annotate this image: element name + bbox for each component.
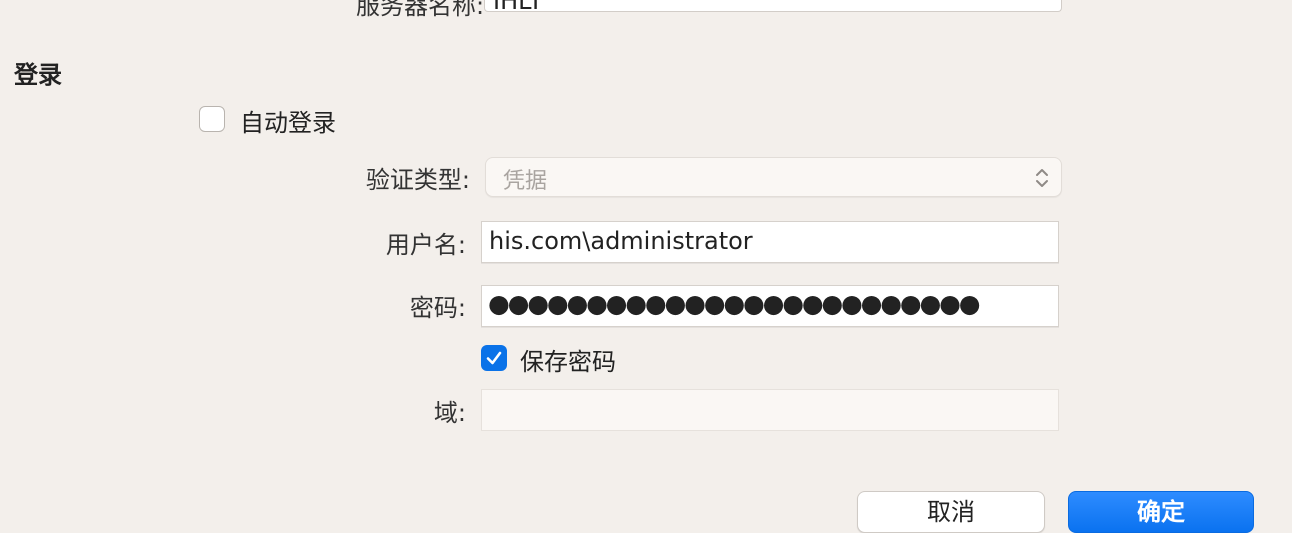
cancel-button[interactable]: 取消 (857, 491, 1045, 533)
save-password-label: 保存密码 (520, 348, 616, 376)
auto-login-checkbox[interactable] (199, 106, 225, 132)
auth-type-value: 凭据 (503, 169, 548, 194)
save-password-checkbox[interactable] (481, 345, 507, 371)
password-field[interactable]: ●●●●●●●●●●●●●●●●●●●●●●●●● (481, 285, 1059, 327)
server-name-label: 服务器名称: (356, 0, 485, 20)
domain-label: 域: (433, 399, 466, 427)
password-dots: ●●●●●●●●●●●●●●●●●●●●●●●●● (488, 289, 981, 318)
checkmark-icon (486, 351, 502, 365)
auth-type-select[interactable]: 凭据 (485, 157, 1062, 197)
domain-field[interactable] (481, 389, 1059, 431)
auth-type-label: 验证类型: (365, 166, 470, 194)
username-value: his.com\administrator (489, 227, 753, 255)
chevron-up-down-icon (1033, 165, 1051, 191)
auto-login-label: 自动登录 (240, 109, 336, 137)
username-label: 用户名: (385, 231, 466, 259)
password-label: 密码: (409, 294, 466, 322)
username-field[interactable]: his.com\administrator (481, 221, 1059, 263)
ok-button[interactable]: 确定 (1068, 491, 1254, 533)
server-name-field[interactable]: IHLT (484, 0, 1062, 12)
section-title: 登录 (14, 61, 62, 89)
